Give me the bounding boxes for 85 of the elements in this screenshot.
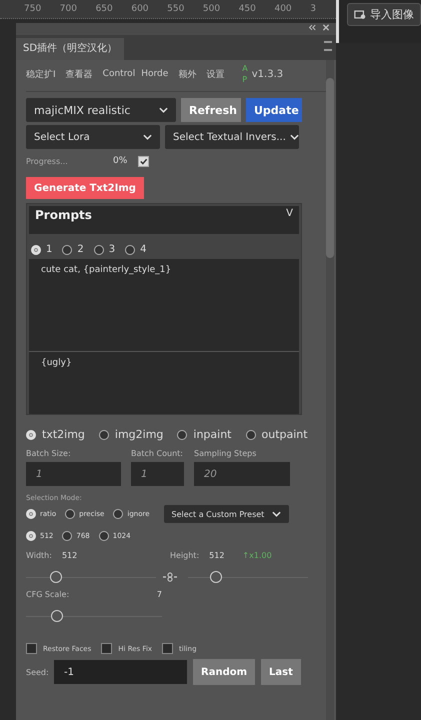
- chevron-icon: [143, 134, 152, 140]
- link-icon[interactable]: [162, 572, 178, 582]
- collapse-icon[interactable]: [308, 24, 316, 31]
- radio-label: 2: [77, 244, 84, 255]
- model-dropdown[interactable]: majicMIX realistic: [26, 98, 176, 122]
- close-icon[interactable]: [322, 24, 330, 31]
- radio-label: 4: [140, 244, 146, 255]
- progress-label: Progress...: [26, 156, 69, 166]
- width-label: Width:: [26, 551, 52, 560]
- ruler-number: 750: [24, 4, 42, 14]
- slider-thumb[interactable]: [50, 570, 62, 582]
- slider-thumb[interactable]: [51, 610, 64, 622]
- tab[interactable]: Horde: [141, 69, 168, 79]
- generate-button[interactable]: Generate Txt2Img: [26, 177, 144, 199]
- progress-reading: 0%: [113, 156, 128, 166]
- radio-button[interactable]: [94, 244, 104, 254]
- radio-label: outpaint: [262, 428, 308, 441]
- radio-label: img2img: [114, 428, 164, 441]
- seed-label: Seed:: [26, 668, 48, 676]
- radio-button[interactable]: [98, 531, 109, 541]
- ruler-number: 3: [310, 4, 317, 14]
- radio-button[interactable]: [246, 430, 256, 440]
- chevron-icon: [159, 107, 168, 113]
- prompt-textarea[interactable]: cute cat, {painterly_style_1}: [29, 259, 299, 352]
- radio-button[interactable]: [125, 244, 136, 254]
- width-value: 512: [62, 551, 78, 560]
- ratio-label: ↑x1.00: [242, 551, 272, 560]
- seed-field[interactable]: -1: [54, 660, 187, 684]
- field-label: Sampling Steps: [194, 449, 258, 458]
- chevron-icon: [290, 134, 299, 140]
- status-letters: A P: [242, 63, 248, 85]
- tab[interactable]: 稳定扩I: [26, 68, 56, 80]
- number-field[interactable]: 1: [131, 462, 184, 486]
- radio-button[interactable]: [113, 509, 124, 519]
- radio-button[interactable]: [65, 509, 76, 519]
- import-image-button[interactable]: 导入图像: [347, 3, 421, 26]
- radio-button[interactable]: [62, 531, 72, 541]
- number-field[interactable]: 20: [194, 462, 290, 486]
- radio-label: 3: [108, 244, 116, 255]
- cfg-scale-label: CFG Scale:: [26, 590, 70, 599]
- height-value: 512: [209, 551, 224, 560]
- radio-button[interactable]: [98, 430, 109, 440]
- last-button[interactable]: Last: [261, 659, 301, 685]
- scrollbar[interactable]: [326, 60, 334, 720]
- ruler-number: 450: [238, 4, 257, 14]
- ruler-number: 600: [131, 4, 150, 14]
- tab[interactable]: 查看器: [66, 68, 93, 80]
- prompts-header[interactable]: Prompts V: [29, 206, 299, 234]
- radio-label: txt2img: [42, 428, 85, 441]
- chevron-icon: [272, 511, 281, 517]
- checkbox[interactable]: [162, 643, 174, 654]
- checkbox[interactable]: [26, 643, 37, 654]
- ruler-number: 700: [60, 4, 78, 14]
- cfg-scale-value: 7: [156, 590, 162, 599]
- preset-dropdown[interactable]: Select a Custom Preset: [164, 505, 289, 523]
- radio-button[interactable]: [62, 244, 72, 254]
- tab[interactable]: 设置: [206, 68, 224, 80]
- image-gear-icon: [354, 9, 366, 20]
- checkbox[interactable]: [138, 156, 149, 166]
- negative-prompt-textarea[interactable]: {ugly}: [29, 352, 299, 414]
- version-label: v1.3.3: [252, 68, 284, 80]
- ruler-number: 550: [167, 4, 186, 14]
- radio-label: 1: [46, 244, 52, 255]
- textual-inversion-dropdown[interactable]: Select Textual Invers...: [165, 125, 299, 149]
- radio-label: inpaint: [193, 428, 232, 441]
- tab[interactable]: 额外: [178, 68, 196, 80]
- refresh-button[interactable]: Refresh: [181, 98, 241, 122]
- menu-icon[interactable]: [324, 41, 332, 51]
- radio-button[interactable]: [177, 430, 188, 440]
- panel-title-tab[interactable]: SD插件（明空汉化）: [16, 38, 124, 60]
- ruler-number: 500: [202, 4, 222, 14]
- toggle-icon[interactable]: V: [286, 208, 293, 232]
- tab[interactable]: Control: [102, 69, 136, 79]
- height-label: Height:: [170, 551, 200, 560]
- random-button[interactable]: Random: [193, 659, 256, 685]
- lora-dropdown[interactable]: Select Lora: [26, 125, 160, 149]
- scrollbar-thumb[interactable]: [326, 78, 334, 258]
- field-label: Batch Count:: [131, 449, 184, 458]
- ruler-number: 400: [274, 4, 293, 14]
- checkbox[interactable]: [101, 643, 112, 654]
- ruler-number: 650: [96, 4, 114, 14]
- number-field[interactable]: 1: [26, 462, 121, 486]
- slider-thumb[interactable]: [210, 570, 222, 582]
- field-label: Batch Size:: [26, 449, 72, 458]
- update-button[interactable]: Update: [246, 98, 302, 122]
